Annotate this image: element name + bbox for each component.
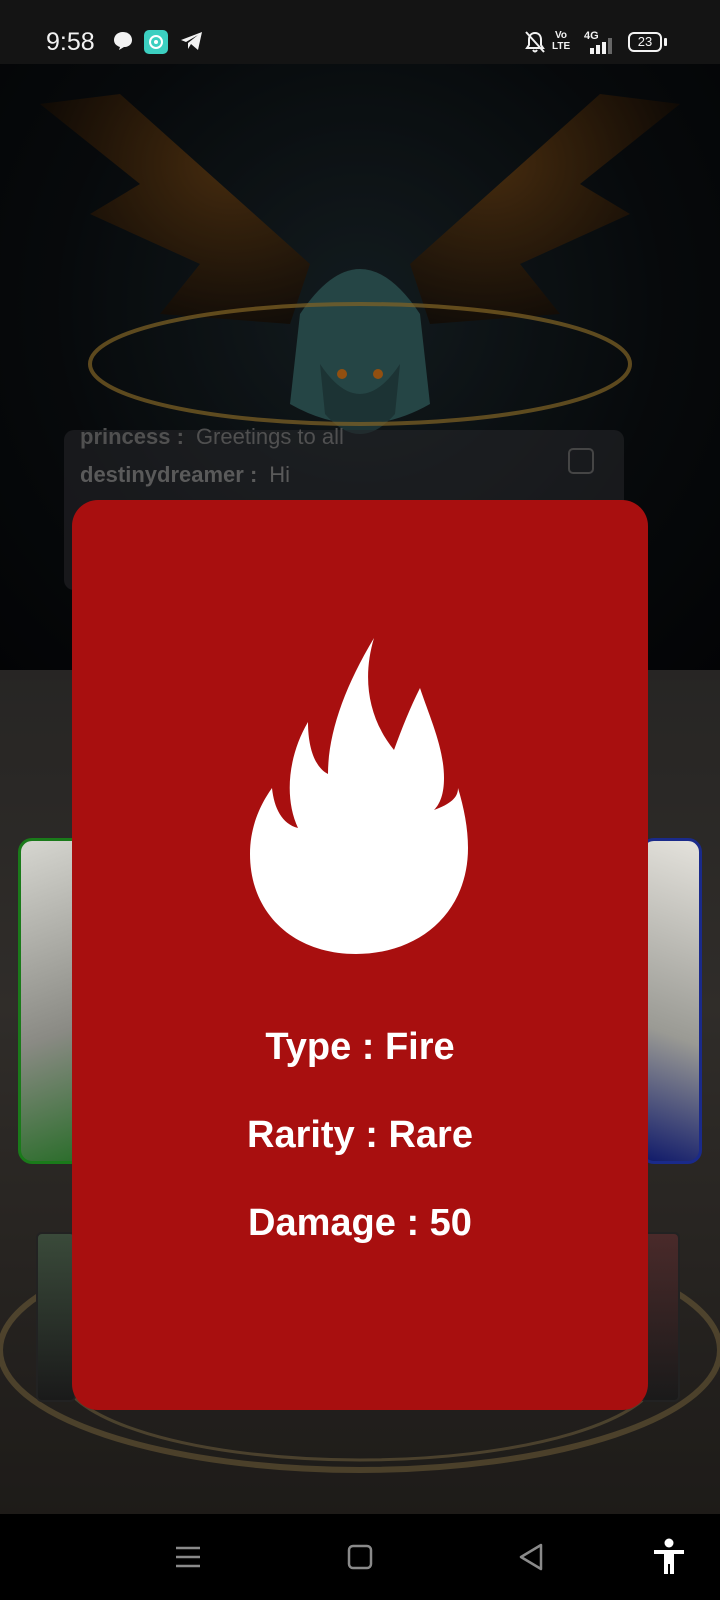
- home-icon[interactable]: [347, 1544, 373, 1570]
- app-icon: [144, 30, 168, 54]
- battery-level: 23: [637, 34, 653, 49]
- battery-icon: 23: [628, 32, 662, 52]
- accessibility-icon[interactable]: [652, 1538, 686, 1576]
- mute-bell-icon: [525, 31, 545, 53]
- signal-icon: [590, 38, 612, 54]
- hand-card-right[interactable]: [640, 838, 702, 1164]
- menu-icon[interactable]: [174, 1544, 202, 1570]
- card-damage: Damage : 50: [248, 1202, 472, 1244]
- status-bar: 9:58 Vo LTE 4G 23: [0, 0, 720, 64]
- card-rarity: Rarity : Rare: [247, 1114, 473, 1156]
- fire-icon: [250, 638, 468, 954]
- status-time: 9:58: [46, 28, 95, 56]
- volte-icon: Vo LTE: [552, 30, 571, 52]
- telegram-icon: [181, 32, 202, 50]
- card-type: Type : Fire: [265, 1026, 455, 1068]
- battery-tip: [664, 38, 667, 46]
- back-icon[interactable]: [518, 1542, 544, 1572]
- deck-slot-left[interactable]: [36, 1232, 76, 1402]
- chat-bubble-icon: [114, 32, 132, 50]
